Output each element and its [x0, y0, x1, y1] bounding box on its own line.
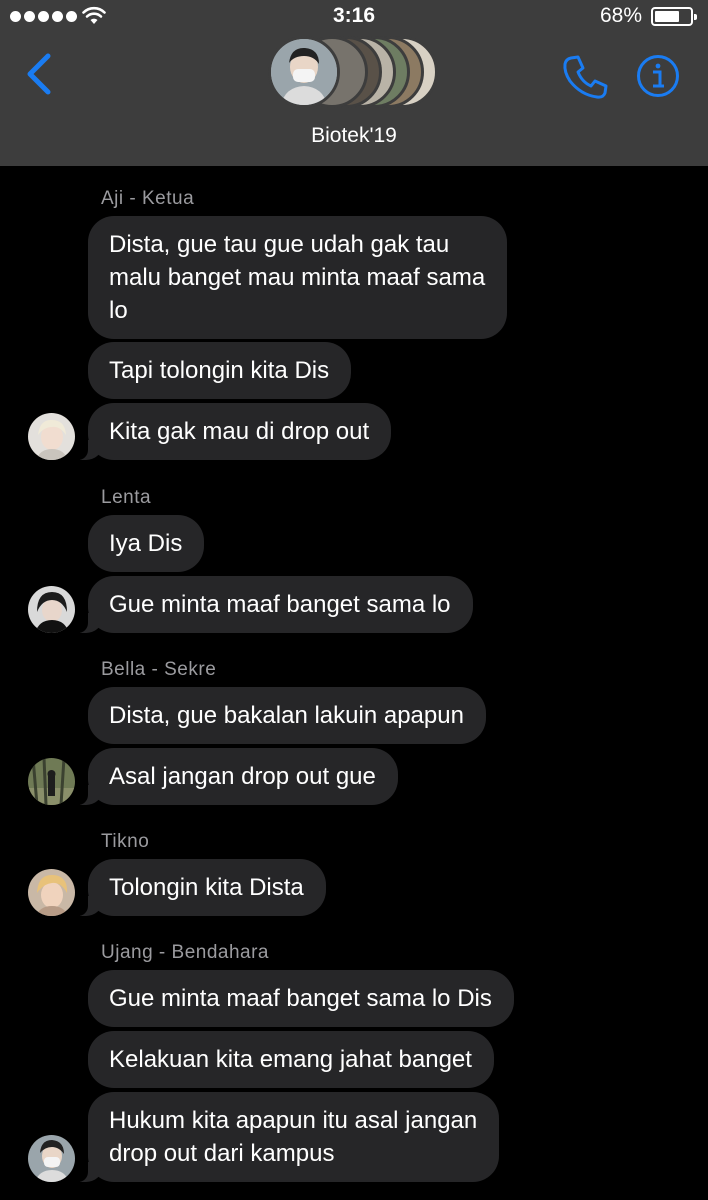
message-bubble[interactable]: Kita gak mau di drop out — [75, 403, 392, 460]
sender-name: Ujang - Bendahara — [101, 942, 269, 963]
message-line: Gue minta maaf banget sama lo — [109, 591, 451, 618]
message-line: Kita gak mau di drop out — [109, 418, 370, 445]
battery-percentage: 68% — [599, 4, 642, 27]
phone-icon[interactable] — [560, 52, 610, 102]
message-list[interactable]: Aji - Ketua Dista, gue tau gue udah gak … — [0, 166, 708, 1200]
battery-icon — [651, 7, 697, 26]
sender-name: Tikno — [101, 831, 150, 852]
sender-avatar[interactable] — [28, 869, 75, 916]
chat-header: 3:16 68% Biotek'19 — [0, 0, 708, 166]
sender-name: Bella - Sekre — [101, 659, 217, 680]
sender-avatar[interactable] — [28, 413, 75, 460]
message-bubble[interactable]: Asal jangan drop out gue — [76, 748, 398, 805]
group-name[interactable]: Biotek'19 — [0, 124, 708, 148]
message-bubble[interactable]: Hukum kita apapun itu asal jangan drop o… — [75, 1092, 500, 1182]
sender-name: Lenta — [101, 487, 152, 508]
message-line: Kelakuan kita emang jahat banget — [109, 1046, 472, 1073]
sender-avatar[interactable] — [28, 586, 75, 633]
message-line: Dista, gue bakalan lakuin apapun — [109, 702, 464, 729]
group-main-avatar — [268, 36, 340, 108]
message-bubble[interactable]: Dista, gue tau gue udah gak tau malu ban… — [88, 216, 508, 339]
message-bubble[interactable]: Tolongin kita Dista — [76, 859, 326, 916]
message-bubble[interactable]: Gue minta maaf banget sama lo Dis — [88, 970, 514, 1027]
message-bubble[interactable]: Iya Dis — [88, 515, 205, 572]
sender-avatar[interactable] — [28, 1135, 75, 1182]
sender-avatar[interactable] — [28, 758, 75, 805]
message-line: Gue minta maaf banget sama lo Dis — [109, 985, 492, 1012]
message-line: Hukum kita apapun itu asal jangan — [109, 1107, 478, 1134]
message-bubble[interactable]: Kelakuan kita emang jahat banget — [88, 1031, 494, 1088]
info-icon[interactable] — [636, 54, 680, 98]
message-bubble[interactable]: Tapi tolongin kita Dis — [88, 342, 352, 399]
message-line: Dista, gue tau gue udah gak tau — [109, 231, 450, 258]
message-line: malu banget mau minta maaf sama — [109, 264, 486, 291]
message-line: Iya Dis — [109, 530, 183, 557]
message-bubble[interactable]: Gue minta maaf banget sama lo — [76, 576, 473, 633]
message-line: Tapi tolongin kita Dis — [109, 357, 330, 384]
back-chevron-icon[interactable] — [20, 50, 60, 98]
status-bar: 3:16 68% — [0, 0, 708, 34]
message-line: Asal jangan drop out gue — [109, 763, 376, 790]
message-line: lo — [109, 297, 128, 324]
message-line: drop out dari kampus — [109, 1140, 335, 1167]
sender-name: Aji - Ketua — [101, 188, 195, 209]
message-line: Tolongin kita Dista — [109, 874, 304, 901]
group-avatar-stack[interactable] — [268, 36, 440, 110]
message-bubble[interactable]: Dista, gue bakalan lakuin apapun — [88, 687, 486, 744]
